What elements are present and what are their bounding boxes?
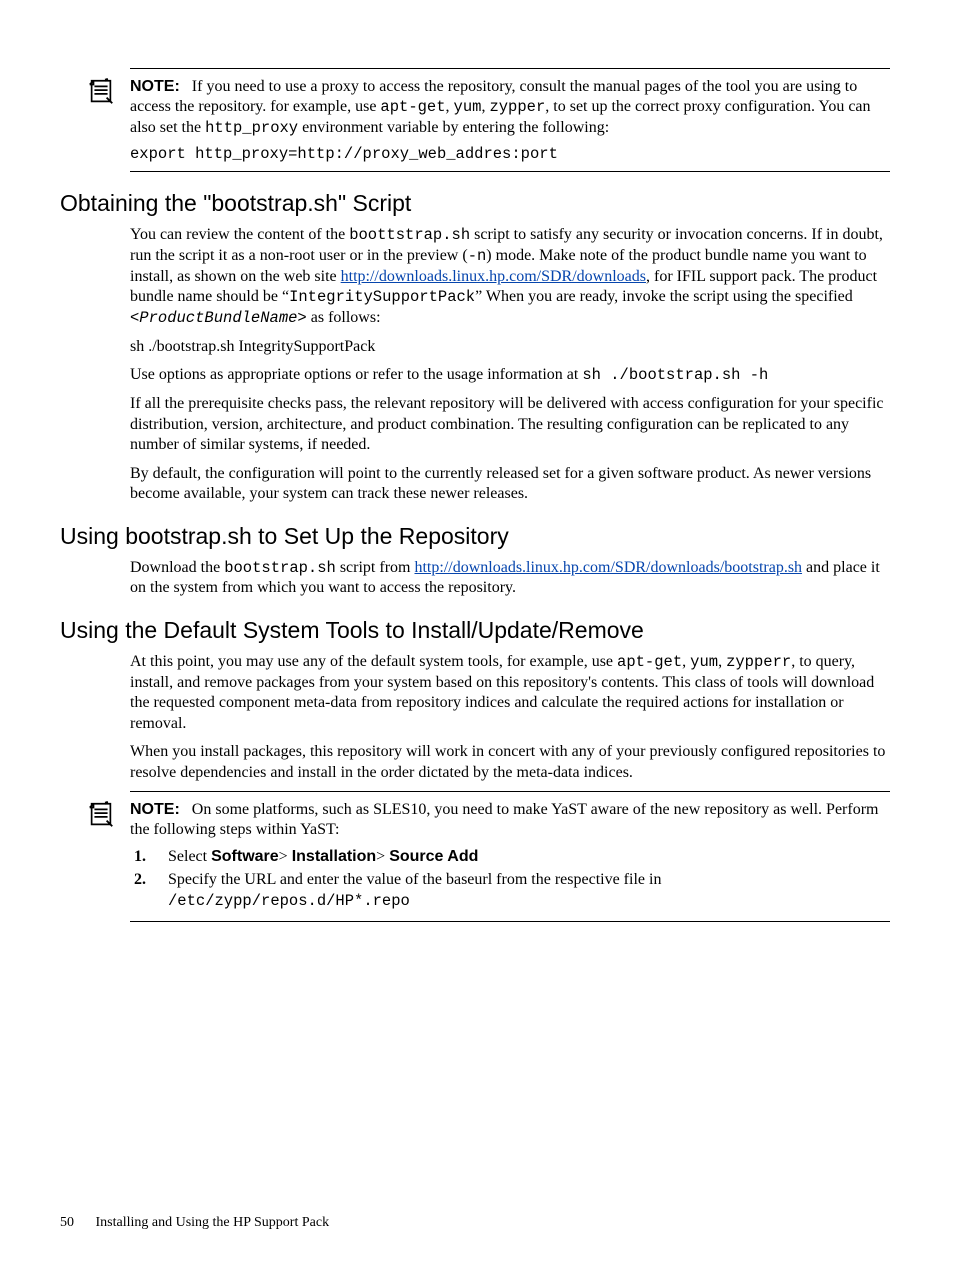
para: When you install packages, this reposito… bbox=[130, 742, 890, 783]
link-bootstrap-sh[interactable]: http://downloads.linux.hp.com/SDR/downlo… bbox=[414, 559, 802, 576]
section-default-tools-body: At this point, you may use any of the de… bbox=[130, 652, 890, 783]
note-text: NOTE: On some platforms, such as SLES10,… bbox=[130, 800, 890, 841]
para: At this point, you may use any of the de… bbox=[130, 652, 890, 734]
note-icon bbox=[86, 77, 116, 107]
note-label: NOTE: bbox=[130, 78, 180, 95]
step-1: 1. Select Software> Installation> Source… bbox=[130, 847, 890, 868]
chapter-title: Installing and Using the HP Support Pack bbox=[96, 1215, 330, 1230]
note-command: export http_proxy=http://proxy_web_addre… bbox=[130, 145, 890, 163]
heading-obtaining-script: Obtaining the "bootstrap.sh" Script bbox=[60, 190, 890, 217]
yast-steps: 1. Select Software> Installation> Source… bbox=[130, 847, 890, 911]
para: By default, the configuration will point… bbox=[130, 464, 890, 505]
link-sdr-downloads[interactable]: http://downloads.linux.hp.com/SDR/downlo… bbox=[341, 268, 646, 285]
step-2: 2. Specify the URL and enter the value o… bbox=[130, 870, 890, 912]
para: If all the prerequisite checks pass, the… bbox=[130, 394, 890, 455]
section-using-bootstrap-body: Download the bootstrap.sh script from ht… bbox=[130, 558, 890, 599]
section-obtaining-body: You can review the content of the bootts… bbox=[130, 225, 890, 504]
note-icon bbox=[86, 800, 116, 830]
heading-default-tools: Using the Default System Tools to Instal… bbox=[60, 617, 890, 644]
note-label: NOTE: bbox=[130, 801, 180, 818]
page-number: 50 bbox=[60, 1215, 74, 1230]
note-text: NOTE: If you need to use a proxy to acce… bbox=[130, 77, 890, 139]
note-block-yast: NOTE: On some platforms, such as SLES10,… bbox=[130, 791, 890, 922]
para: Use options as appropriate options or re… bbox=[130, 365, 890, 386]
para-command: sh ./bootstrap.sh IntegritySupportPack bbox=[130, 337, 890, 357]
note-block-proxy: NOTE: If you need to use a proxy to acce… bbox=[130, 68, 890, 172]
page-footer: 50 Installing and Using the HP Support P… bbox=[60, 1215, 329, 1231]
heading-using-bootstrap: Using bootstrap.sh to Set Up the Reposit… bbox=[60, 523, 890, 550]
para: You can review the content of the bootts… bbox=[130, 225, 890, 329]
para: Download the bootstrap.sh script from ht… bbox=[130, 558, 890, 599]
